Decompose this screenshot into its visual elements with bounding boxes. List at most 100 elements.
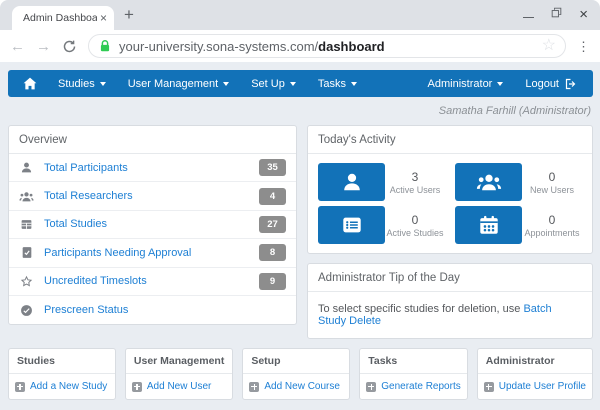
reload-icon[interactable] [62, 39, 77, 54]
generate-reports-link[interactable]: Generate Reports [360, 374, 467, 399]
shortcut-setup: Setup Add New Course [242, 348, 350, 400]
overview-title: Overview [9, 126, 296, 154]
url-text: your-university.sona-systems.com/dashboa… [119, 39, 385, 54]
lock-icon[interactable] [99, 39, 111, 53]
browser-menu-icon[interactable]: ⋮ [577, 40, 590, 53]
overview-row-uncredited-timeslots[interactable]: Uncredited Timeslots 9 [9, 268, 296, 296]
shortcut-title: Setup [243, 349, 349, 374]
nav-tasks[interactable]: Tasks [307, 70, 368, 97]
right-column: Today's Activity 3 Active Users [307, 125, 593, 339]
tip-panel: Administrator Tip of the Day To select s… [307, 263, 593, 339]
shortcut-studies: Studies Add a New Study [8, 348, 116, 400]
browser-window: Admin Dashboard × + × ← → [0, 0, 600, 410]
count-badge: 4 [259, 188, 286, 205]
users-icon [476, 171, 502, 193]
overview-row-participants-needing-approval[interactable]: Participants Needing Approval 8 [9, 239, 296, 267]
stat-label: New Users [522, 185, 582, 195]
new-tab-icon[interactable]: + [124, 5, 134, 25]
activity-grid: 3 Active Users 0 New Users [308, 154, 592, 253]
url-path: dashboard [318, 39, 384, 54]
nav-set-up[interactable]: Set Up [240, 70, 307, 97]
add-new-study-link[interactable]: Add a New Study [9, 374, 115, 399]
plus-square-icon [132, 382, 142, 392]
plus-square-icon [484, 382, 494, 392]
overview-row-total-researchers[interactable]: Total Researchers 4 [9, 182, 296, 210]
page-content: Studies User Management Set Up Tasks Adm… [0, 62, 600, 410]
stat-value: 0 [522, 170, 582, 184]
browser-toolbar: ← → your-university.sona-systems.com/das… [0, 30, 600, 62]
overview-link[interactable]: Total Researchers [44, 190, 249, 202]
stat-label: Appointments [522, 228, 582, 238]
shortcuts-row: Studies Add a New Study User Management … [8, 348, 593, 400]
window-controls: × [523, 6, 588, 22]
logged-in-user: Samatha Farhill (Administrator) [8, 105, 591, 117]
shortcut-administrator: Administrator Update User Profile [477, 348, 593, 400]
overview-link[interactable]: Uncredited Timeslots [44, 275, 249, 287]
stat-label: Active Studies [385, 228, 445, 238]
plus-square-icon [366, 382, 376, 392]
overview-row-prescreen-status[interactable]: Prescreen Status [9, 296, 296, 324]
nav-studies[interactable]: Studies [47, 70, 117, 97]
bookmark-star-icon[interactable]: ☆ [542, 38, 556, 54]
calendar-icon [478, 214, 500, 236]
shortcut-title: Administrator [478, 349, 592, 374]
add-new-course-link[interactable]: Add New Course [243, 374, 349, 399]
appointments-tile[interactable] [455, 206, 522, 244]
activity-item-new-users: 0 New Users [455, 163, 582, 201]
close-icon[interactable]: × [579, 7, 588, 22]
overview-link[interactable]: Total Studies [44, 218, 249, 230]
overview-link[interactable]: Participants Needing Approval [44, 247, 249, 259]
check-circle-icon [19, 304, 34, 317]
main-navbar: Studies User Management Set Up Tasks Adm… [8, 70, 593, 97]
logout-icon [564, 78, 577, 90]
browser-tab[interactable]: Admin Dashboard × [12, 6, 114, 30]
activity-item-appointments: 0 Appointments [455, 206, 582, 244]
stat-value: 0 [385, 213, 445, 227]
update-user-profile-link[interactable]: Update User Profile [478, 374, 592, 399]
count-badge: 9 [259, 273, 286, 290]
activity-panel: Today's Activity 3 Active Users [307, 125, 593, 254]
tip-title: Administrator Tip of the Day [308, 264, 592, 292]
add-new-user-link[interactable]: Add New User [126, 374, 232, 399]
active-studies-tile[interactable] [318, 206, 385, 244]
chevron-down-icon [351, 82, 357, 86]
overview-row-total-studies[interactable]: Total Studies 27 [9, 211, 296, 239]
user-icon [341, 171, 363, 193]
address-bar[interactable]: your-university.sona-systems.com/dashboa… [88, 34, 566, 58]
nav-logout[interactable]: Logout [514, 70, 588, 97]
overview-link[interactable]: Total Participants [44, 162, 249, 174]
user-icon [19, 161, 34, 174]
count-badge: 27 [259, 216, 286, 233]
shortcut-title: Studies [9, 349, 115, 374]
back-icon[interactable]: ← [10, 39, 25, 54]
left-column: Overview Total Participants 35 Total Res… [8, 125, 297, 339]
shortcut-user-management: User Management Add New User [125, 348, 233, 400]
shortcut-title: Tasks [360, 349, 467, 374]
stat-label: Active Users [385, 185, 445, 195]
activity-item-active-studies: 0 Active Studies [318, 206, 445, 244]
count-badge: 8 [259, 244, 286, 261]
new-users-tile[interactable] [455, 163, 522, 201]
overview-row-total-participants[interactable]: Total Participants 35 [9, 154, 296, 182]
tab-close-icon[interactable]: × [100, 12, 107, 24]
shortcut-title: User Management [126, 349, 232, 374]
nav-administrator[interactable]: Administrator [417, 70, 515, 97]
nav-user-management[interactable]: User Management [117, 70, 241, 97]
active-users-tile[interactable] [318, 163, 385, 201]
overview-panel: Overview Total Participants 35 Total Res… [8, 125, 297, 325]
home-button[interactable] [13, 70, 47, 97]
tip-text: To select specific studies for deletion,… [308, 292, 592, 338]
stat-value: 3 [385, 170, 445, 184]
stat-value: 0 [522, 213, 582, 227]
chevron-down-icon [290, 82, 296, 86]
activity-item-active-users: 3 Active Users [318, 163, 445, 201]
restore-icon[interactable] [551, 5, 562, 23]
chevron-down-icon [497, 82, 503, 86]
dashboard-grid: Overview Total Participants 35 Total Res… [8, 125, 593, 339]
chevron-down-icon [100, 82, 106, 86]
overview-link[interactable]: Prescreen Status [44, 304, 286, 316]
minimize-icon[interactable] [523, 17, 534, 18]
forward-icon[interactable]: → [36, 39, 51, 54]
tab-title: Admin Dashboard [23, 12, 97, 24]
list-icon [341, 214, 363, 236]
